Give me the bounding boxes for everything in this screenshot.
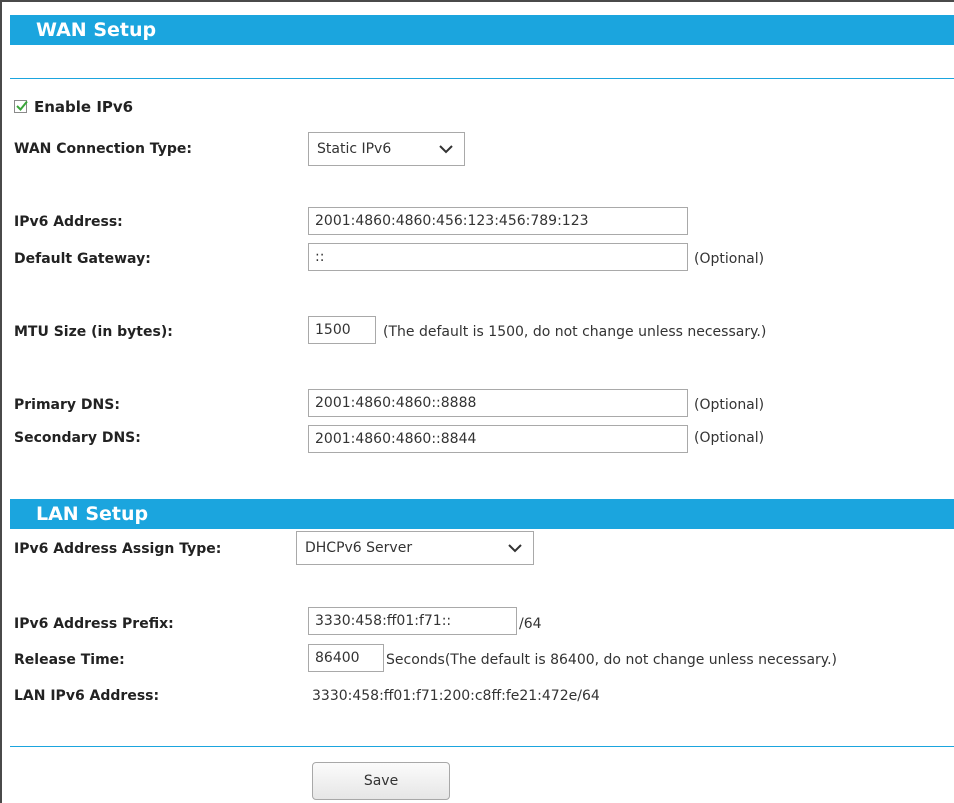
primary-dns-input[interactable]: 2001:4860:4860::8888 xyxy=(308,389,688,417)
wan-setup-title: WAN Setup xyxy=(36,19,157,41)
release-time-input[interactable]: 86400 xyxy=(308,644,384,672)
window-border-left xyxy=(0,0,2,803)
secondary-dns-optional-note: (Optional) xyxy=(694,430,765,446)
ipv6-assign-type-select[interactable]: DHCPv6 Server xyxy=(296,531,534,565)
wan-connection-type-value: Static IPv6 xyxy=(317,141,392,157)
secondary-dns-input[interactable]: 2001:4860:4860::8844 xyxy=(308,425,688,453)
ipv6-assign-type-label: IPv6 Address Assign Type: xyxy=(14,541,222,557)
wan-setup-header: WAN Setup xyxy=(10,15,954,45)
ipv6-address-label: IPv6 Address: xyxy=(14,214,123,230)
ipv6-address-input[interactable]: 2001:4860:4860:456:123:456:789:123 xyxy=(308,207,688,235)
mtu-size-input[interactable]: 1500 xyxy=(308,316,376,344)
wan-connection-type-label: WAN Connection Type: xyxy=(14,141,192,157)
enable-ipv6-checkbox[interactable] xyxy=(14,100,28,113)
chevron-down-icon xyxy=(439,145,453,154)
primary-dns-optional-note: (Optional) xyxy=(694,397,765,413)
default-gateway-input[interactable]: :: xyxy=(308,243,688,271)
mtu-size-label: MTU Size (in bytes): xyxy=(14,324,173,340)
wan-divider xyxy=(10,78,954,79)
wan-connection-type-select[interactable]: Static IPv6 xyxy=(308,132,465,166)
ipv6-prefix-length: /64 xyxy=(519,616,542,632)
lan-ipv6-address-value: 3330:458:ff01:f71:200:c8ff:fe21:472e/64 xyxy=(312,688,600,704)
release-time-note: Seconds(The default is 86400, do not cha… xyxy=(386,652,838,668)
lan-setup-header: LAN Setup xyxy=(10,499,954,529)
lan-ipv6-address-label: LAN IPv6 Address: xyxy=(14,688,160,704)
window-border-top xyxy=(0,0,954,2)
save-button[interactable]: Save xyxy=(312,762,450,800)
ipv6-address-prefix-label: IPv6 Address Prefix: xyxy=(14,616,174,632)
lan-divider xyxy=(10,746,954,747)
release-time-label: Release Time: xyxy=(14,652,125,668)
default-gateway-label: Default Gateway: xyxy=(14,251,151,267)
chevron-down-icon xyxy=(508,544,522,553)
secondary-dns-label: Secondary DNS: xyxy=(14,430,141,446)
primary-dns-label: Primary DNS: xyxy=(14,397,120,413)
enable-ipv6-label: Enable IPv6 xyxy=(34,98,134,116)
lan-setup-title: LAN Setup xyxy=(36,503,149,525)
mtu-size-note: (The default is 1500, do not change unle… xyxy=(383,324,767,340)
ipv6-address-prefix-input[interactable]: 3330:458:ff01:f71:: xyxy=(308,607,517,635)
ipv6-assign-type-value: DHCPv6 Server xyxy=(305,540,413,556)
default-gateway-optional-note: (Optional) xyxy=(694,251,765,267)
checkmark-icon xyxy=(16,100,28,111)
